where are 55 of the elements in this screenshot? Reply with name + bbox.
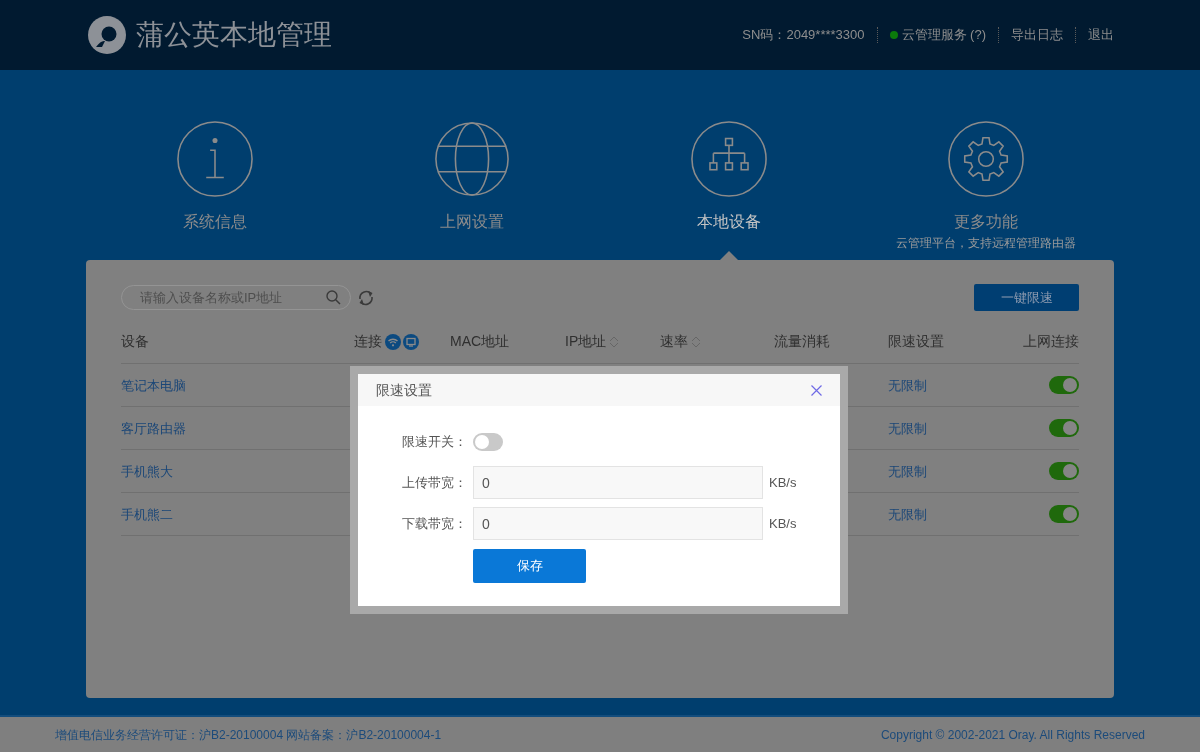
column-header: 限速设置 — [888, 332, 944, 351]
nav-tab[interactable]: 上网设置 — [432, 120, 511, 232]
column-header: 流量消耗 — [774, 332, 830, 351]
speed-limit-link[interactable]: 无限制 — [888, 507, 927, 522]
field-label: 限速开关： — [401, 432, 467, 451]
toggle-switch[interactable] — [1049, 462, 1079, 480]
nav-tab[interactable]: 系统信息 — [175, 120, 254, 232]
sort-icon[interactable] — [691, 334, 701, 349]
column-header: 速率 — [660, 332, 688, 351]
bandwidth-input[interactable]: 0 — [473, 466, 763, 499]
unit-label: KB/s — [769, 514, 797, 533]
license-text: 增值电信业务经营许可证：沪B2-20100004 网站备案：沪B2-20100004-1 — [55, 726, 442, 744]
column-header: 上网连接 — [1023, 332, 1079, 351]
speed-limit-link[interactable]: 无限制 — [888, 464, 927, 479]
field-label: 下载带宽： — [401, 514, 467, 533]
sort-icon[interactable] — [609, 334, 620, 349]
wifi-icon[interactable] — [385, 333, 401, 350]
limit-all-button[interactable]: 一键限速 — [974, 284, 1079, 311]
speed-limit-link[interactable]: 无限制 — [888, 421, 927, 436]
device-name-link[interactable]: 笔记本电脑 — [121, 378, 186, 393]
column-header: IP地址 — [565, 332, 607, 351]
info-icon — [175, 120, 254, 198]
toggle-switch[interactable] — [473, 432, 503, 451]
network-icon — [689, 120, 768, 198]
cloud-service-link[interactable]: 云管理服务 (?) — [876, 27, 998, 43]
toggle-switch[interactable] — [1049, 419, 1079, 437]
bandwidth-input[interactable]: 0 — [473, 507, 763, 540]
globe-icon — [432, 120, 511, 198]
refresh-icon[interactable] — [357, 288, 375, 307]
toggle-switch[interactable] — [1049, 505, 1079, 523]
copyright-text: Copyright © 2002-2021 Oray. All Rights Reserved — [880, 726, 1145, 744]
column-header: 连接 — [354, 332, 382, 351]
device-name-link[interactable]: 手机熊大 — [121, 464, 173, 479]
toggle-switch[interactable] — [1049, 376, 1079, 394]
app-title: 蒲公英本地管理 — [136, 18, 332, 52]
header-link[interactable]: 退出 — [1075, 27, 1114, 43]
dialog-title: 限速设置 — [376, 380, 432, 400]
speed-limit-link[interactable]: 无限制 — [888, 378, 927, 393]
unit-label: KB/s — [769, 473, 797, 492]
column-header: MAC地址 — [450, 332, 510, 351]
nav-subtitle: 云管理平台，支持远程管理路由器 — [895, 235, 1076, 251]
save-button[interactable]: 保存 — [473, 549, 586, 583]
search-icon[interactable] — [326, 290, 341, 305]
device-name-link[interactable]: 客厅路由器 — [121, 421, 186, 436]
close-icon[interactable] — [811, 384, 822, 396]
field-label: 上传带宽： — [401, 473, 467, 492]
nav-tab[interactable]: 本地设备 — [689, 120, 768, 232]
device-name-link[interactable]: 手机熊二 — [121, 507, 173, 522]
monitor-icon[interactable] — [403, 333, 419, 350]
nav-tab[interactable]: 更多功能 — [946, 120, 1025, 232]
serial-number: SN码：2049****3300 — [741, 27, 866, 43]
logo-icon — [88, 16, 126, 54]
column-header: 设备 — [121, 332, 149, 351]
header-link[interactable]: 导出日志 — [998, 27, 1075, 43]
settings-icon — [946, 120, 1025, 198]
